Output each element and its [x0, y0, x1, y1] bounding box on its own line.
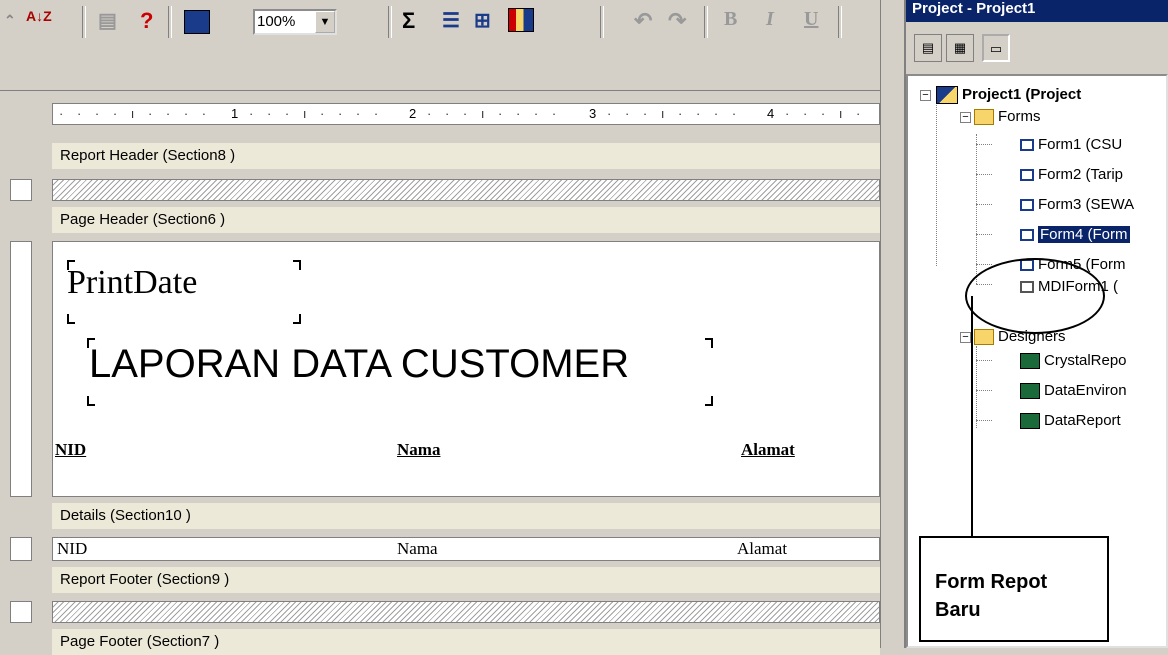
ruler-ticks: · · · ı · · · ·	[249, 106, 384, 121]
tree-node-form1[interactable]: Form1 (CSU	[1020, 134, 1122, 156]
collapse-toggle[interactable]: −	[960, 332, 971, 343]
underline-icon[interactable]: U	[804, 8, 818, 31]
tree-node-label: DataEnviron	[1044, 382, 1127, 399]
callout-text-line1: Form Repot	[935, 571, 1048, 593]
designer-icon	[1020, 383, 1040, 400]
collapse-toggle[interactable]: −	[960, 112, 971, 123]
view-object-icon[interactable]: ▦	[946, 34, 974, 62]
tree-node-label: Form1 (CSU	[1038, 136, 1123, 153]
form-icon	[1020, 229, 1034, 242]
ruler-ticks: · · · · ı · · · ·	[59, 106, 212, 121]
toolbar-separator	[82, 6, 86, 38]
cross-tab-icon[interactable]: ⊞	[474, 8, 491, 33]
report-footer-area[interactable]	[52, 601, 880, 623]
toggle-folders-icon[interactable]: ▭	[982, 34, 1010, 62]
callout-text-line2: Baru	[935, 599, 981, 621]
report-toolbar: ⌃ A↓Z ▤ ? 100% ▼ Σ ☰ ⊞ ↶ ↷ B I U	[0, 0, 880, 90]
ruler-ticks: · · · ı · · · ·	[427, 106, 562, 121]
tree-node-datareport[interactable]: DataReport	[1020, 410, 1121, 432]
section-gutter[interactable]	[10, 601, 32, 623]
report-designer: · · · · ı · · · · 1 · · · ı · · · · 2 · …	[0, 90, 880, 655]
ruler-mark: 3	[589, 106, 597, 121]
designer-icon	[1020, 353, 1040, 370]
section-gutter[interactable]	[10, 179, 32, 201]
toolbar-separator	[704, 6, 708, 38]
redo-icon[interactable]: ↷	[668, 8, 686, 34]
tree-node-label: CrystalRepo	[1044, 352, 1127, 369]
splitter[interactable]	[880, 0, 904, 648]
ruler-mark: 2	[409, 106, 417, 121]
toolbar-separator	[388, 6, 392, 38]
tree-node-label: Project1 (Project	[962, 86, 1082, 103]
ruler-ticks: · · · ı · · · ·	[607, 106, 742, 121]
tree-node-label: DataReport	[1044, 412, 1121, 429]
tree-node-forms-folder[interactable]: Forms	[974, 106, 1041, 128]
section-gutter[interactable]	[10, 537, 32, 561]
view-code-icon[interactable]: ▤	[914, 34, 942, 62]
project-icon	[936, 86, 958, 105]
chart-icon[interactable]	[508, 8, 534, 32]
report-title-label[interactable]: LAPORAN DATA CUSTOMER	[89, 342, 629, 387]
tree-node-label: Forms	[998, 108, 1041, 125]
chevron-icon[interactable]: ⌃	[4, 12, 16, 29]
help-icon[interactable]: ?	[140, 8, 153, 34]
section-bar-details[interactable]: Details (Section10 )	[52, 503, 880, 529]
project-explorer-toolbar: ▤ ▦ ▭	[906, 22, 1168, 72]
column-header-nama[interactable]: Nama	[397, 440, 440, 460]
page-header-area[interactable]: PrintDate LAPORAN DATA CUSTOMER NID Nama…	[52, 241, 880, 497]
tree-node-dataenvironment[interactable]: DataEnviron	[1020, 380, 1127, 402]
detail-field-nama[interactable]: Nama	[397, 539, 438, 559]
tree-node-crystalreport[interactable]: CrystalRepo	[1020, 350, 1127, 372]
toolbar-separator	[168, 6, 172, 38]
details-area[interactable]: NID Nama Alamat	[52, 537, 880, 561]
detail-field-alamat[interactable]: Alamat	[737, 539, 787, 559]
tree-node-form4[interactable]: Form4 (Form	[1020, 224, 1130, 246]
project-explorer-title[interactable]: Project - Project1	[906, 0, 1168, 22]
tree-node-form3[interactable]: Form3 (SEWA	[1020, 194, 1134, 216]
form-icon	[1020, 199, 1034, 212]
ruler-ticks: · · · ı ·	[785, 106, 866, 121]
undo-icon[interactable]: ↶	[634, 8, 652, 34]
ruler-mark: 4	[767, 106, 775, 121]
tree-node-form2[interactable]: Form2 (Tarip	[1020, 164, 1123, 186]
folder-icon	[974, 329, 994, 346]
sort-icon[interactable]: A↓Z	[26, 8, 52, 24]
section-bar-report-footer[interactable]: Report Footer (Section9 )	[52, 567, 880, 593]
section-gutter[interactable]	[10, 241, 32, 497]
callout-line	[971, 296, 973, 536]
designer-icon	[1020, 413, 1040, 430]
ruler-mark: 1	[231, 106, 239, 121]
section-bar-page-footer[interactable]: Page Footer (Section7 )	[52, 629, 880, 655]
section-bar-report-header[interactable]: Report Header (Section8 )	[52, 143, 880, 169]
toolbar-separator	[600, 6, 604, 38]
sum-icon[interactable]: Σ	[402, 8, 415, 34]
form-icon	[1020, 139, 1034, 152]
horizontal-ruler: · · · · ı · · · · 1 · · · ı · · · · 2 · …	[52, 103, 880, 125]
tree-node-project[interactable]: Project1 (Project	[936, 84, 1081, 106]
folder-icon	[974, 109, 994, 126]
column-header-alamat[interactable]: Alamat	[741, 440, 795, 460]
print-date-field[interactable]: PrintDate	[67, 264, 197, 302]
zoom-select[interactable]: 100% ▼	[253, 9, 337, 35]
column-header-nid[interactable]: NID	[55, 440, 86, 460]
group-icon[interactable]: ☰	[442, 8, 460, 33]
chevron-down-icon[interactable]: ▼	[315, 11, 335, 33]
toolbar-separator	[838, 6, 842, 38]
form-icon	[1020, 169, 1034, 182]
report-header-area[interactable]	[52, 179, 880, 201]
collapse-toggle[interactable]: −	[920, 90, 931, 101]
tree-node-label: Form3 (SEWA	[1038, 196, 1135, 213]
highlight-oval	[965, 258, 1105, 334]
section-bar-page-header[interactable]: Page Header (Section6 )	[52, 207, 880, 233]
bold-icon[interactable]: B	[724, 8, 737, 31]
tree-node-label-selected: Form4 (Form	[1038, 226, 1130, 243]
detail-field-nid[interactable]: NID	[57, 539, 87, 559]
rows-icon[interactable]: ▤	[98, 8, 117, 33]
tree-node-label: Form2 (Tarip	[1038, 166, 1124, 183]
italic-icon[interactable]: I	[766, 8, 774, 31]
zoom-value: 100%	[257, 13, 296, 30]
save-as-icon[interactable]	[184, 10, 210, 34]
callout-box: Form Repot Baru	[919, 536, 1109, 642]
